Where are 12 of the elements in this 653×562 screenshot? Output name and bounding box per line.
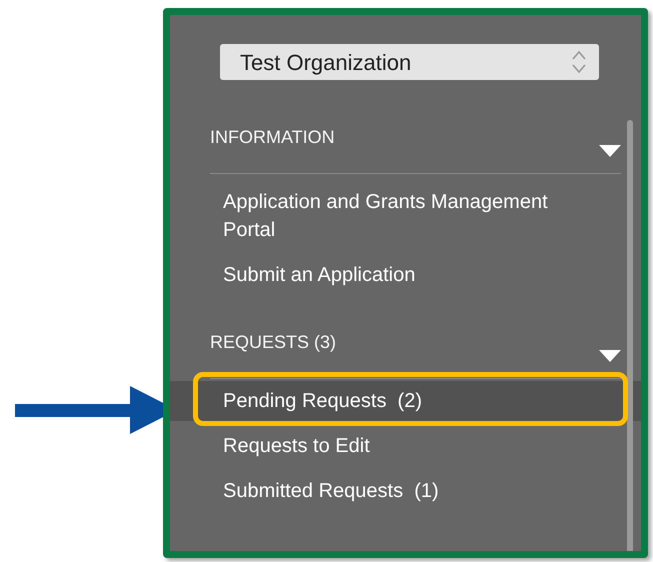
section-header: INFORMATION [210, 126, 335, 149]
collapse-triangle-icon[interactable] [599, 350, 621, 362]
sidebar-link[interactable]: Pending Requests (2) [170, 381, 641, 421]
organization-select[interactable]: Test Organization [220, 44, 599, 80]
sidebar-link[interactable]: Requests to Edit [170, 426, 641, 466]
chevron-updown-icon [571, 49, 587, 75]
sidebar-link[interactable]: Application and Grants Management Portal [170, 182, 641, 250]
sidebar-link[interactable]: Submitted Requests (1) [170, 471, 641, 511]
sidebar-link[interactable]: Submit an Application [170, 255, 641, 295]
collapse-triangle-icon[interactable] [599, 145, 621, 157]
section-header: REQUESTS (3) [210, 331, 336, 354]
scrollbar[interactable] [627, 120, 633, 551]
